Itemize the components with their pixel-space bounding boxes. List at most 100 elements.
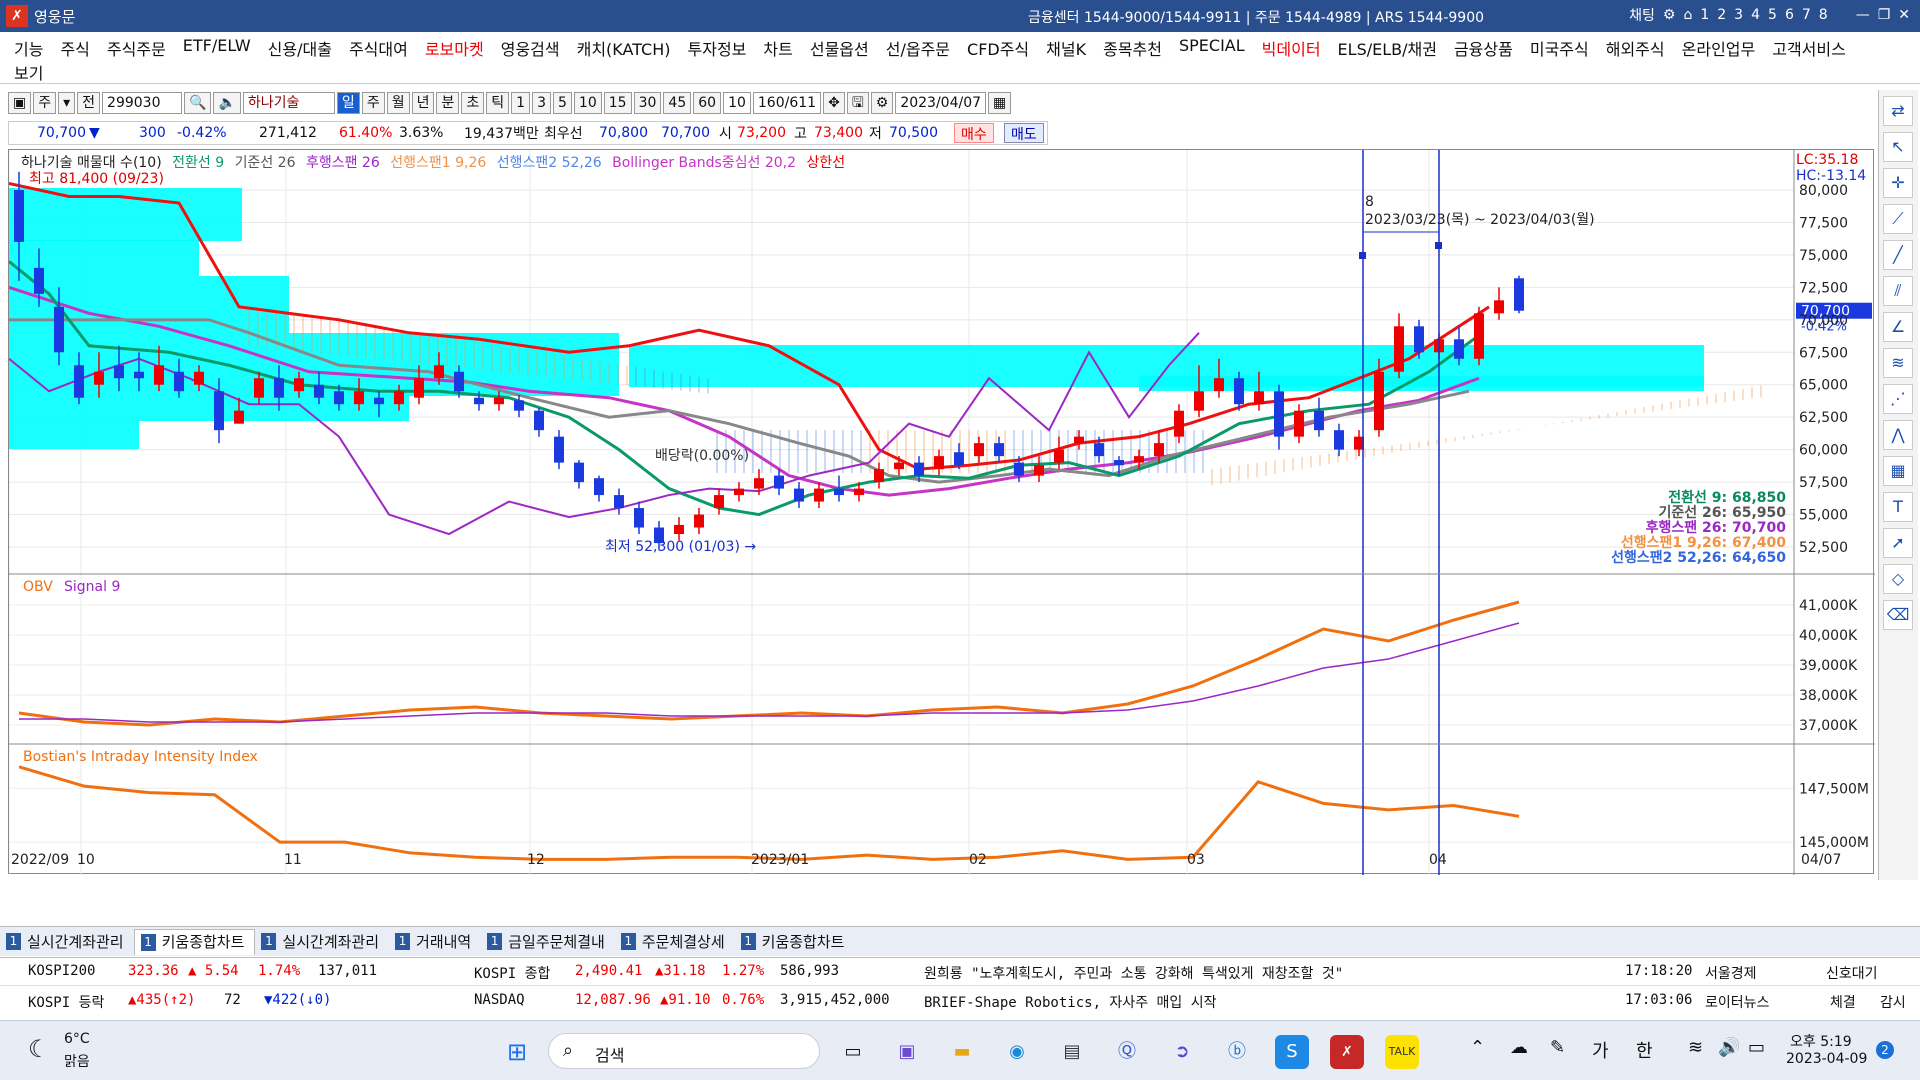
menu-item-3[interactable]: ETF/ELW — [183, 36, 251, 60]
stock-code-input[interactable]: 299030 — [102, 92, 183, 114]
kakaotalk-icon[interactable]: TALK — [1385, 1035, 1419, 1069]
interval-10[interactable]: 10 — [573, 92, 602, 114]
volume-icon[interactable]: 🔊 — [1718, 1037, 1740, 1058]
screen-number-2[interactable]: 2 — [1717, 7, 1726, 23]
clock-date[interactable]: 2023-04-09 — [1786, 1051, 1867, 1067]
battery-icon[interactable]: ▭ — [1748, 1037, 1765, 1058]
search-icon[interactable]: 🔍 — [184, 92, 212, 114]
screen-tab-3[interactable]: 1 거래내역 — [389, 929, 481, 955]
menu-item-21[interactable]: 해외주식 — [1606, 36, 1665, 60]
chat-label[interactable]: 채팅 — [1629, 5, 1655, 25]
app-s-icon[interactable]: S — [1275, 1035, 1309, 1069]
menu-item-7[interactable]: 영웅검색 — [501, 36, 560, 60]
chart-area[interactable]: 8 2023/03/23(목) ~ 2023/04/03(월) 최고 81,400 … — [8, 149, 1875, 875]
menu-item-2[interactable]: 주식주문 — [107, 36, 166, 60]
screen-number-5[interactable]: 5 — [1768, 7, 1777, 23]
menu-item-17[interactable]: 빅데이터 — [1262, 36, 1321, 60]
menu-item-18[interactable]: ELS/ELB/채권 — [1338, 36, 1437, 60]
app-q-icon[interactable]: Ⓠ — [1110, 1035, 1144, 1069]
screen-number-3[interactable]: 3 — [1734, 7, 1743, 23]
stock-chart[interactable]: 8 2023/03/23(목) ~ 2023/04/03(월) 최고 81,400 … — [9, 150, 1875, 875]
pen-icon[interactable]: ✎ — [1550, 1037, 1565, 1058]
period-second[interactable]: 초 — [461, 92, 485, 114]
screen-number-1[interactable]: 1 — [1700, 7, 1709, 23]
eraser-icon[interactable]: ⌫ — [1883, 600, 1913, 630]
period-month[interactable]: 월 — [386, 92, 410, 114]
interval-5[interactable]: 5 — [553, 92, 572, 114]
interval-30[interactable]: 30 — [633, 92, 662, 114]
kospi-label[interactable]: KOSPI 종합 — [474, 963, 550, 983]
trend-line-icon[interactable]: ⟋ — [1883, 204, 1913, 234]
menu-item-0[interactable]: 기능 — [14, 36, 43, 60]
menu-item-1[interactable]: 주식 — [60, 36, 89, 60]
screen-tab-5[interactable]: 1 주문체결상세 — [615, 929, 735, 955]
fibonacci-icon[interactable]: ≋ — [1883, 348, 1913, 378]
menu-item-20[interactable]: 미국주식 — [1530, 36, 1589, 60]
interval-60[interactable]: 60 — [693, 92, 722, 114]
period-week[interactable]: 주 — [361, 92, 385, 114]
home-icon[interactable]: ⌂ — [1683, 7, 1692, 23]
screen-number-8[interactable]: 8 — [1819, 7, 1828, 23]
menu-item-9[interactable]: 투자정보 — [688, 36, 747, 60]
period-tick[interactable]: 틱 — [486, 92, 510, 114]
taskbar-search[interactable]: ⌕ 검색 — [548, 1033, 820, 1069]
stock-name-field[interactable]: 하나기술 — [242, 92, 335, 114]
menu-item-10[interactable]: 차트 — [763, 36, 792, 60]
wifi-icon[interactable]: ≋ — [1688, 1037, 1703, 1058]
screen-number-4[interactable]: 4 — [1751, 7, 1760, 23]
app-arrow-icon[interactable]: ➲ — [1165, 1035, 1199, 1069]
count-select[interactable]: 10 — [723, 92, 751, 114]
menu-item-14[interactable]: 채널K — [1046, 36, 1086, 60]
menu-item-view[interactable]: 보기 — [14, 60, 43, 84]
dropdown-icon[interactable]: ▾ — [58, 92, 76, 114]
period-year[interactable]: 년 — [411, 92, 435, 114]
angle-icon[interactable]: ∠ — [1883, 312, 1913, 342]
crosshair-icon[interactable]: ✛ — [1883, 168, 1913, 198]
sell-button[interactable]: 매도 — [1004, 123, 1044, 143]
date-field[interactable]: 2023/04/07 — [895, 92, 987, 114]
tool-icon[interactable]: ✥ — [823, 92, 845, 114]
gann-icon[interactable]: ⋰ — [1883, 384, 1913, 414]
pattern-icon[interactable]: ⋀ — [1883, 420, 1913, 450]
calendar-icon[interactable]: ▦ — [988, 92, 1012, 114]
window-minimize-icon[interactable]: — — [1856, 7, 1870, 23]
menu-item-19[interactable]: 금융상품 — [1454, 36, 1513, 60]
save-icon[interactable]: 🖫 — [846, 92, 869, 114]
menu-item-23[interactable]: 고객서비스 — [1772, 36, 1846, 60]
news-headline-2[interactable]: BRIEF-Shape Robotics, 자사주 매입 시작 — [924, 992, 1216, 1012]
lang-indicator-1[interactable]: 가 — [1592, 1037, 1609, 1063]
chevron-up-icon[interactable]: ⌃ — [1470, 1037, 1485, 1058]
window-restore-icon[interactable]: ❐ — [1878, 7, 1891, 23]
app-b-icon[interactable]: ⓑ — [1220, 1035, 1254, 1069]
windows-start-icon[interactable]: ⊞ — [500, 1035, 534, 1069]
speaker-icon[interactable]: 🔈 — [213, 92, 241, 114]
execution-button[interactable]: 체결 — [1830, 992, 1856, 1012]
menu-item-16[interactable]: SPECIAL — [1179, 36, 1245, 60]
buy-button[interactable]: 매수 — [954, 123, 994, 143]
file-explorer-icon[interactable]: ▬ — [945, 1035, 979, 1069]
window-close-icon[interactable]: ✕ — [1898, 7, 1910, 23]
screen-tab-2[interactable]: 1 실시간계좌관리 — [255, 929, 389, 955]
shape-icon[interactable]: ◇ — [1883, 564, 1913, 594]
range-field[interactable]: 160/611 — [752, 92, 822, 114]
gear-icon[interactable]: ⚙ — [870, 92, 894, 114]
menu-item-8[interactable]: 캐치(KATCH) — [577, 36, 671, 60]
clock-time[interactable]: 오후 5:19 — [1790, 1031, 1852, 1051]
period-minute[interactable]: 분 — [436, 92, 460, 114]
interval-15[interactable]: 15 — [603, 92, 632, 114]
prev-button[interactable]: 전 — [77, 92, 101, 114]
news-headline-1[interactable]: 원희룡 "노후계획도시, 주민과 소통 강화해 특색있게 재창조할 것" — [924, 963, 1343, 983]
channel-icon[interactable]: ⫽ — [1883, 276, 1913, 306]
screen-number-6[interactable]: 6 — [1785, 7, 1794, 23]
screen-tab-6[interactable]: 1 키움종합차트 — [735, 929, 855, 955]
lang-indicator-2[interactable]: 한 — [1636, 1037, 1653, 1063]
menu-item-15[interactable]: 종목추천 — [1103, 36, 1162, 60]
refresh-icon[interactable]: ⇄ — [1883, 96, 1913, 126]
menu-item-12[interactable]: 선/옵주문 — [886, 36, 950, 60]
arrow-icon[interactable]: ➚ — [1883, 528, 1913, 558]
interval-45[interactable]: 45 — [663, 92, 692, 114]
settings-icon[interactable]: ⚙ — [1663, 7, 1676, 23]
line-tool-icon[interactable]: ╱ — [1883, 240, 1913, 270]
kospi200-label[interactable]: KOSPI200 — [28, 963, 95, 979]
screen-tab-1[interactable]: 1 키움종합차트 — [133, 928, 256, 955]
